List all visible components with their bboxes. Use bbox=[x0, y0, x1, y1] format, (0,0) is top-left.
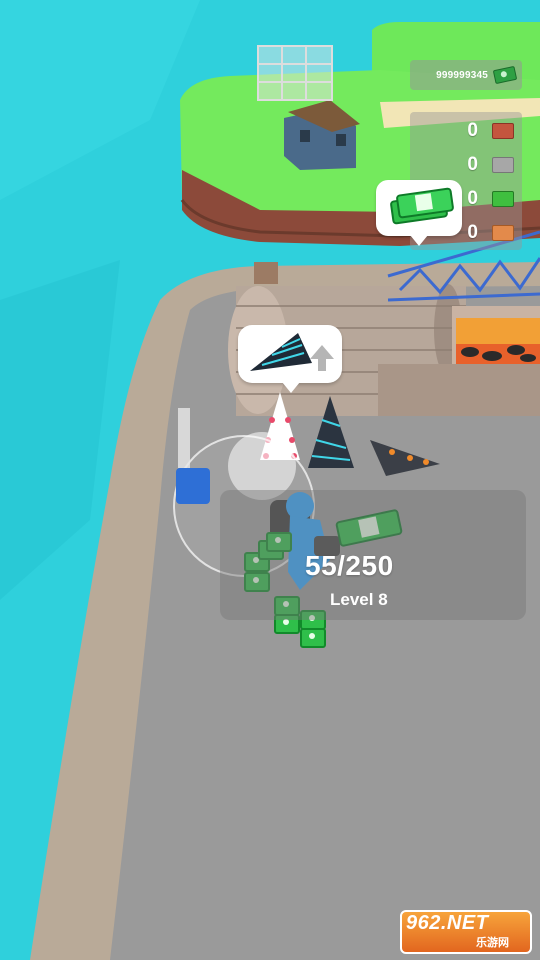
resource-count: 0 bbox=[467, 120, 478, 141]
drill-upgrade-icon bbox=[250, 333, 334, 371]
watermark-top: 962.NET bbox=[406, 912, 489, 934]
resource-row-red: 0 bbox=[410, 116, 522, 146]
resource-count: 0 bbox=[467, 188, 478, 209]
cash-icon bbox=[492, 65, 518, 85]
green-brick-icon bbox=[492, 191, 514, 207]
site-watermark: 962.NET 乐游网 bbox=[400, 910, 532, 954]
gray-brick-icon bbox=[492, 157, 514, 173]
watermark-bottom: 乐游网 bbox=[476, 937, 509, 949]
red-brick-icon bbox=[492, 123, 514, 139]
cash-stack bbox=[300, 628, 326, 648]
station-level: Level 8 bbox=[330, 590, 388, 609]
cash-bundle-icon bbox=[390, 187, 454, 225]
resource-row-gray: 0 bbox=[410, 150, 522, 180]
drill-upgrade-bubble[interactable] bbox=[238, 325, 342, 393]
orange-brick-icon bbox=[492, 225, 514, 241]
money-display: 999999345 bbox=[410, 60, 522, 90]
cash-bubble[interactable] bbox=[376, 180, 462, 246]
progress-count: 55/250 bbox=[305, 550, 394, 581]
resource-count: 0 bbox=[467, 222, 478, 243]
resource-count: 0 bbox=[467, 154, 478, 175]
money-value: 999999345 bbox=[436, 69, 488, 81]
